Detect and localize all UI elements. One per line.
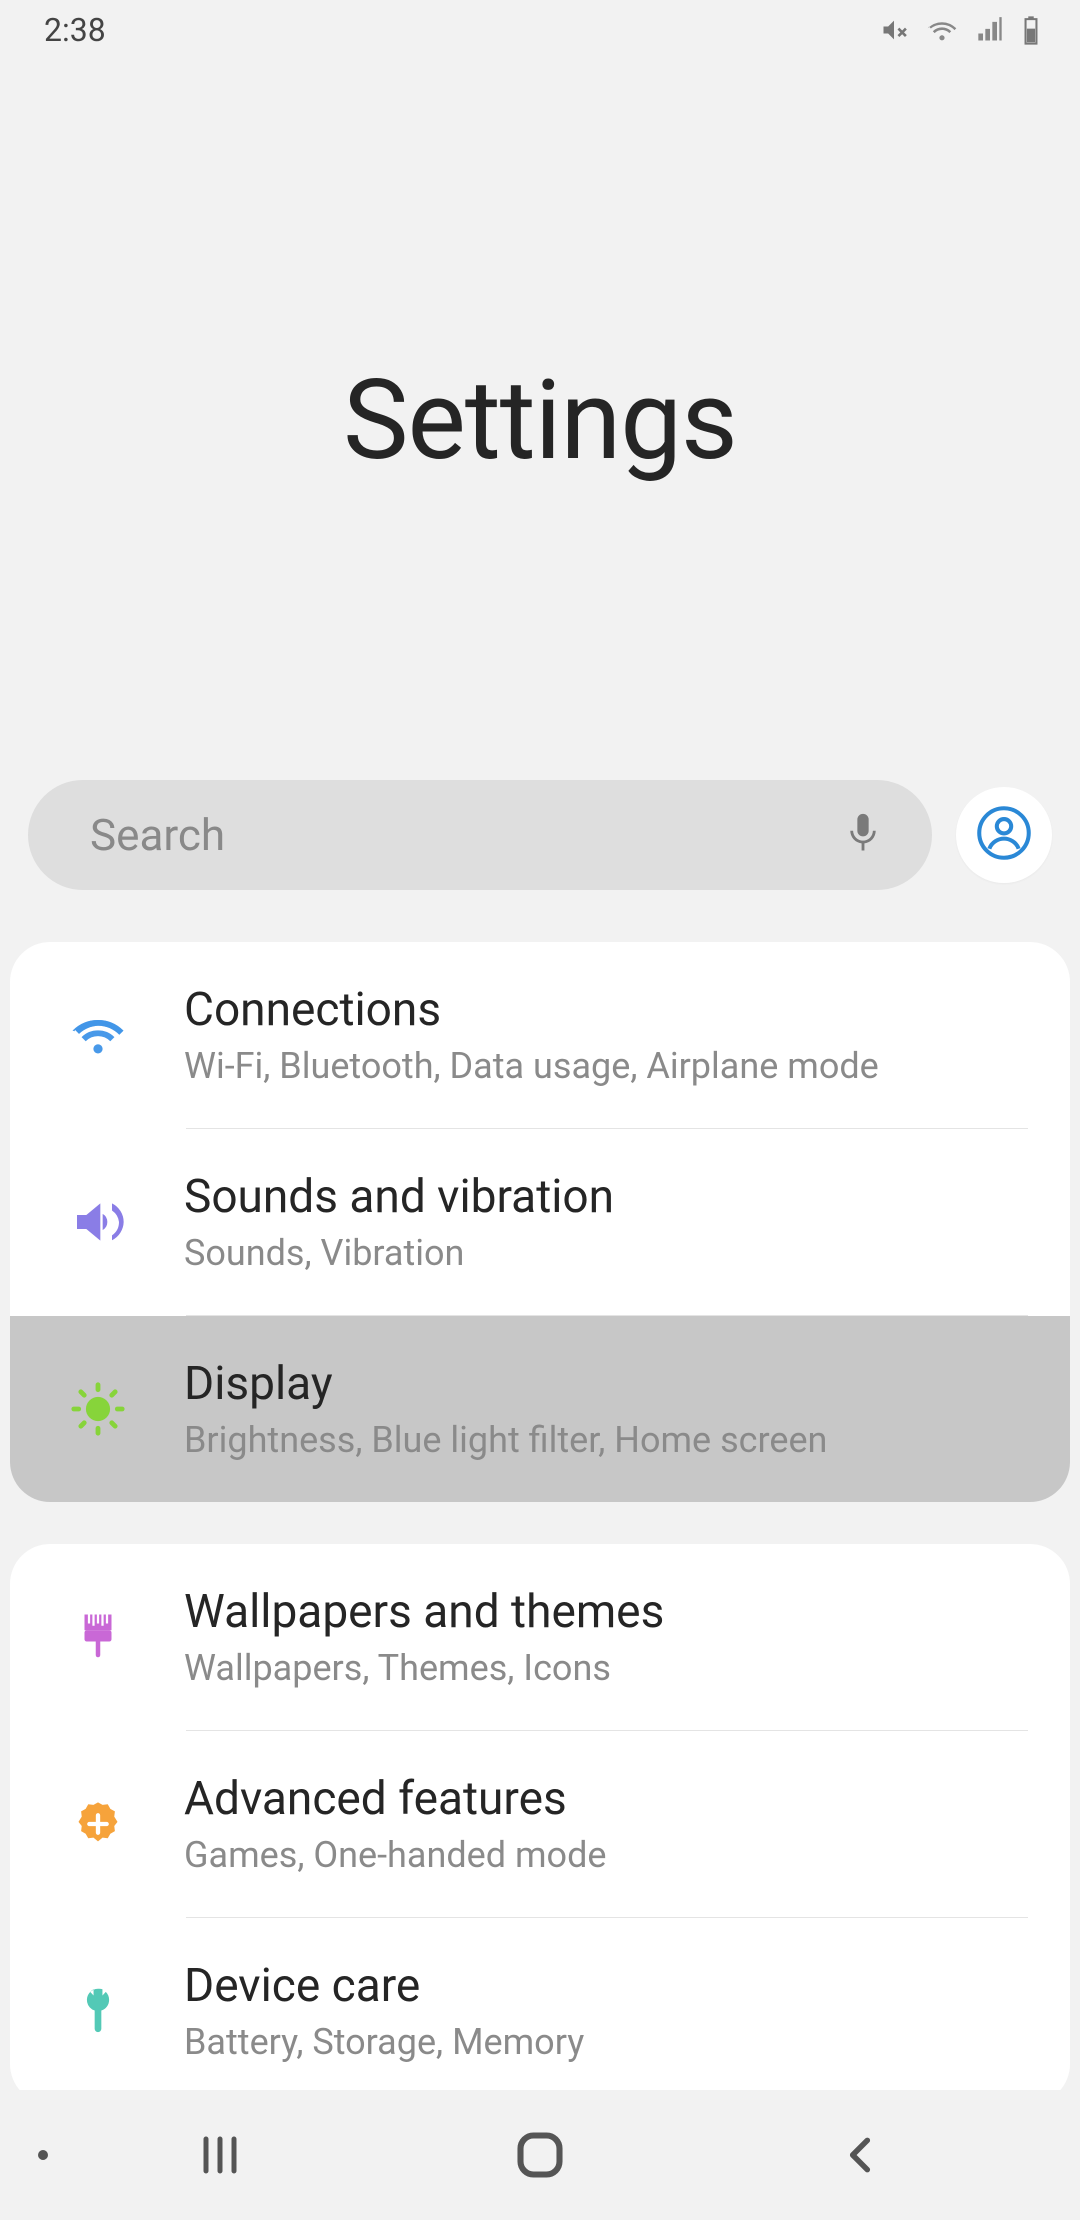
profile-button[interactable] xyxy=(956,787,1052,883)
navigation-bar xyxy=(0,2090,1080,2220)
status-time: 2:38 xyxy=(44,11,106,49)
settings-item-connections[interactable]: Connections Wi-Fi, Bluetooth, Data usage… xyxy=(10,942,1070,1128)
settings-item-display[interactable]: Display Brightness, Blue light filter, H… xyxy=(10,1316,1070,1502)
settings-item-advanced[interactable]: Advanced features Games, One-handed mode xyxy=(10,1731,1070,1917)
wifi-status-icon xyxy=(926,17,958,43)
brightness-icon xyxy=(52,1380,144,1438)
item-subtitle: Brightness, Blue light filter, Home scre… xyxy=(184,1419,1028,1461)
mute-vibrate-icon xyxy=(880,16,908,44)
profile-icon xyxy=(977,806,1031,864)
item-subtitle: Battery, Storage, Memory xyxy=(184,2021,1028,2063)
item-title: Connections xyxy=(184,983,1028,1037)
back-button[interactable] xyxy=(780,2090,940,2220)
status-bar: 2:38 xyxy=(0,0,1080,60)
recents-button[interactable] xyxy=(140,2090,300,2220)
wifi-icon xyxy=(52,1013,144,1057)
item-subtitle: Wallpapers, Themes, Icons xyxy=(184,1647,1028,1689)
item-title: Wallpapers and themes xyxy=(184,1585,1028,1639)
wrench-icon xyxy=(52,1984,144,2038)
item-title: Display xyxy=(184,1357,1028,1411)
item-title: Advanced features xyxy=(184,1772,1028,1826)
item-subtitle: Sounds, Vibration xyxy=(184,1232,1028,1274)
settings-item-sounds[interactable]: Sounds and vibration Sounds, Vibration xyxy=(10,1129,1070,1315)
settings-group-1: Connections Wi-Fi, Bluetooth, Data usage… xyxy=(10,942,1070,1502)
status-icons xyxy=(880,15,1040,45)
item-title: Device care xyxy=(184,1959,1028,2013)
signal-icon xyxy=(976,17,1004,43)
page-title: Settings xyxy=(343,356,737,485)
search-row: Search xyxy=(0,780,1080,890)
settings-item-wallpapers[interactable]: Wallpapers and themes Wallpapers, Themes… xyxy=(10,1544,1070,1730)
speaker-icon xyxy=(52,1198,144,1246)
settings-item-device-care[interactable]: Device care Battery, Storage, Memory xyxy=(10,1918,1070,2104)
mic-icon[interactable] xyxy=(838,810,888,860)
search-input[interactable]: Search xyxy=(28,780,932,890)
home-button[interactable] xyxy=(460,2090,620,2220)
brush-icon xyxy=(52,1610,144,1664)
nav-indicator-dot xyxy=(38,2150,48,2160)
page-header: Settings xyxy=(0,60,1080,780)
search-placeholder: Search xyxy=(90,809,838,861)
item-subtitle: Wi-Fi, Bluetooth, Data usage, Airplane m… xyxy=(184,1045,1028,1087)
item-title: Sounds and vibration xyxy=(184,1170,1028,1224)
battery-icon xyxy=(1022,15,1040,45)
settings-group-2: Wallpapers and themes Wallpapers, Themes… xyxy=(10,1544,1070,2104)
gear-plus-icon xyxy=(52,1798,144,1850)
item-subtitle: Games, One-handed mode xyxy=(184,1834,1028,1876)
